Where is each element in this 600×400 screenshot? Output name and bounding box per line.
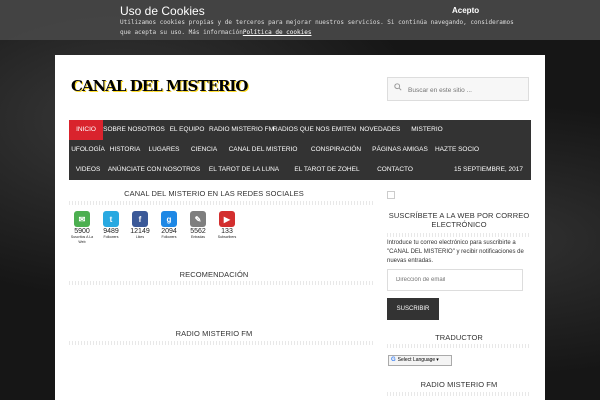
search-input[interactable]: [406, 81, 528, 99]
social-counter[interactable]: g 2094 Followers: [156, 211, 182, 245]
cookie-title: Uso de Cookies: [120, 4, 205, 18]
nav-item-radio-misterio-fm[interactable]: RADIO MISTERIO FM: [209, 120, 274, 140]
social-label: Followers: [103, 235, 119, 239]
nav-item-anunciate[interactable]: ANÚNCIATE CON NOSOTROS: [107, 160, 201, 180]
social-count: 5900: [74, 228, 90, 235]
title-divider: [387, 233, 531, 237]
title-divider: [387, 344, 531, 348]
recommend-title: RECOMENDACIÓN: [179, 270, 249, 279]
subscribe-description: Introduce tu correo electrónico para sus…: [387, 240, 524, 264]
social-counter[interactable]: ✎ 5562 Entradas: [185, 211, 211, 245]
cookie-text: Utilizamos cookies propias y de terceros…: [120, 18, 520, 38]
sidebar-radio-title: RADIO MISTERIO FM: [420, 380, 498, 389]
social-label: Followers: [161, 235, 177, 239]
nav-item-tarot-de-la-luna[interactable]: EL TAROT DE LA LUNA: [201, 160, 287, 180]
nav-item-historia[interactable]: HISTORIA: [107, 140, 143, 160]
title-divider: [387, 392, 531, 396]
twitter-icon: t: [103, 211, 119, 227]
social-count: 133: [221, 228, 233, 235]
radio-title: RADIO MISTERIO FM: [175, 329, 253, 338]
title-divider: [69, 341, 373, 345]
email-field[interactable]: [387, 269, 523, 291]
social-label: Entradas: [190, 235, 205, 239]
cookie-policy-link[interactable]: Política de cookies: [243, 29, 312, 36]
nav-item-novedades[interactable]: NOVEDADES: [353, 120, 407, 140]
social-label: Suscritos A La Web: [70, 235, 94, 244]
social-counter[interactable]: t 9489 Followers: [98, 211, 124, 245]
social-counter[interactable]: ▶ 133 Subscribers: [214, 211, 240, 245]
cookie-accept-button[interactable]: Acepto: [452, 6, 479, 15]
logo-text: CANAL DEL MISTERIO: [71, 77, 249, 95]
nav-item-el-equipo[interactable]: EL EQUIPO: [165, 120, 209, 140]
facebook-icon: f: [132, 211, 148, 227]
current-date: 15 SEPTIEMBRE, 2017: [453, 166, 523, 173]
chevron-down-icon: ▾: [436, 357, 439, 363]
social-counter[interactable]: ✉ 5900 Suscritos A La Web: [69, 211, 95, 245]
nav-item-canal-del-misterio[interactable]: CANAL DEL MISTERIO: [223, 140, 303, 160]
social-counter[interactable]: f 12149 Likes: [127, 211, 153, 245]
search-box: [387, 77, 529, 101]
social-widget-title: CANAL DEL MISTERIO EN LAS REDES SOCIALES: [124, 189, 304, 198]
nav-item-radios-que-nos-emiten[interactable]: RADIOS QUE NOS EMITEN: [273, 120, 356, 140]
subscribers-icon: ✉: [74, 211, 90, 227]
nav-item-misterio[interactable]: MISTERIO: [407, 120, 447, 140]
nav-item-paginas-amigas[interactable]: PÁGINAS AMIGAS: [369, 140, 431, 160]
title-divider: [69, 201, 373, 205]
subscribe-title: SUSCRÍBETE A LA WEB POR CORREO ELECTRÓNI…: [388, 211, 530, 229]
social-count: 12149: [130, 228, 150, 235]
main-navigation: INICIO SOBRE NOSOTROS EL EQUIPO RADIO MI…: [69, 120, 531, 180]
subscribe-button[interactable]: SUSCRIBIR: [387, 298, 439, 320]
nav-item-conspiracion[interactable]: CONSPIRACIÓN: [303, 140, 369, 160]
nav-item-contacto[interactable]: CONTACTO: [367, 160, 423, 180]
title-divider: [69, 281, 373, 285]
google-icon: G: [391, 357, 396, 363]
social-label: Subscribers: [217, 235, 237, 239]
nav-item-hazte-socio[interactable]: HAZTE SOCIO: [431, 140, 483, 160]
cookie-banner: Uso de Cookies Utilizamos cookies propia…: [0, 0, 600, 40]
broken-image-icon: [387, 191, 395, 199]
social-counters: ✉ 5900 Suscritos A La Web t 9489 Followe…: [69, 211, 243, 245]
nav-item-ufologia[interactable]: UFOLOGÍA: [69, 140, 107, 160]
nav-item-ciencia[interactable]: CIENCIA: [185, 140, 223, 160]
social-label: Likes: [135, 235, 145, 239]
page-container: CANAL DEL MISTERIO INICIO SOBRE NOSOTROS…: [55, 55, 545, 400]
social-count: 5562: [190, 228, 206, 235]
language-select-value: Select Language: [397, 357, 436, 363]
search-icon: [394, 83, 402, 91]
google-plus-icon: g: [161, 211, 177, 227]
cookie-message: Utilizamos cookies propias y de terceros…: [120, 19, 514, 36]
social-count: 2094: [161, 228, 177, 235]
nav-item-tarot-de-zohel[interactable]: EL TAROT DE ZOHEL: [287, 160, 367, 180]
site-logo[interactable]: CANAL DEL MISTERIO: [71, 77, 249, 101]
youtube-icon: ▶: [219, 211, 235, 227]
translator-title: TRADUCTOR: [435, 333, 483, 342]
social-count: 9489: [103, 228, 119, 235]
nav-item-sobre-nosotros[interactable]: SOBRE NOSOTROS: [103, 120, 165, 140]
language-select[interactable]: G Select Language ▾: [388, 355, 452, 366]
posts-icon: ✎: [190, 211, 206, 227]
nav-item-inicio[interactable]: INICIO: [69, 120, 103, 140]
nav-item-lugares[interactable]: LUGARES: [143, 140, 185, 160]
nav-item-videos[interactable]: VIDEOS: [69, 160, 107, 180]
